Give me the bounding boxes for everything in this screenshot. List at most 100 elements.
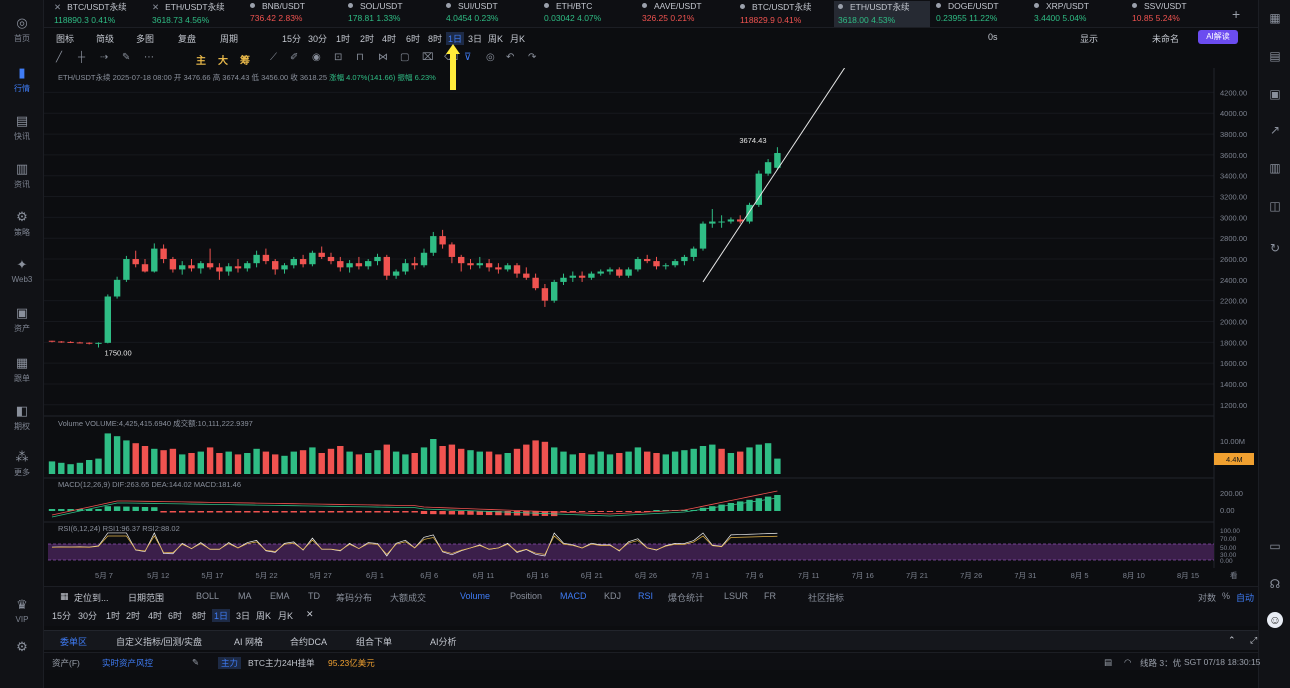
indicator-toggle[interactable]: RSI: [638, 591, 653, 601]
period-button[interactable]: 1日: [212, 609, 231, 622]
toolbar-item[interactable]: 周期: [220, 32, 238, 45]
visibility-icon[interactable]: ◎: [486, 52, 495, 63]
indicator-toggle[interactable]: MA: [238, 591, 252, 601]
book-icon[interactable]: ▥: [1267, 160, 1283, 176]
period-button[interactable]: 4时: [148, 609, 162, 622]
ray-tool-icon[interactable]: ⇢: [100, 52, 108, 63]
indicator-toggle[interactable]: TD: [308, 591, 320, 601]
period-button[interactable]: 15分: [52, 609, 71, 622]
ticker-tab[interactable]: ETH/USDT永续 3618.00 4.53%: [834, 1, 930, 27]
sidebar-item-0[interactable]: ◎ 首页: [0, 16, 44, 44]
sidebar-item-3[interactable]: ▥ 资讯: [0, 162, 44, 190]
ticker-tab[interactable]: ✕ BTC/USDT永续 118890.3 0.41%: [50, 1, 146, 27]
refresh-icon[interactable]: ↻: [1267, 240, 1283, 256]
trend-icon[interactable]: ↗: [1267, 122, 1283, 138]
sidebar-item-10[interactable]: ♛ VIP: [0, 598, 44, 625]
ticker-tab[interactable]: ✕ ETH/USDT永续 3618.73 4.56%: [148, 1, 244, 27]
indicator-toggle[interactable]: 筹码分布: [336, 591, 372, 604]
period-button[interactable]: 周K: [256, 609, 271, 622]
period-button[interactable]: 30分: [78, 609, 97, 622]
display-menu[interactable]: 显示: [1080, 32, 1098, 45]
trend-line[interactable]: [702, 68, 852, 283]
close-icon[interactable]: ✕: [306, 609, 314, 620]
box-icon[interactable]: ▢: [400, 52, 409, 63]
toolbar-item[interactable]: 1时: [336, 32, 350, 45]
toolbar-item[interactable]: 3日: [468, 32, 482, 45]
ticker-tab[interactable]: SOL/USDT 178.81 1.33%: [344, 1, 440, 27]
indicator-toggle[interactable]: LSUR: [724, 591, 748, 601]
log-scale-toggle[interactable]: 对数: [1198, 591, 1216, 604]
orderbook-icon[interactable]: ▤: [1267, 48, 1283, 64]
chart-plot-area[interactable]: 4200.00 4000.00 3800.00 3600.00 3400.00 3200.…: [44, 68, 1258, 588]
ruler-icon[interactable]: ⟋: [270, 52, 277, 63]
indicator-toggle[interactable]: 爆仓统计: [668, 591, 704, 604]
headset-icon[interactable]: ☊: [1267, 576, 1283, 592]
ticker-tab[interactable]: AAVE/USDT 326.25 0.21%: [638, 1, 734, 27]
sidebar-item-8[interactable]: ◧ 期权: [0, 404, 44, 432]
toolbar-item[interactable]: 4时: [382, 32, 396, 45]
indicator-toggle[interactable]: MACD: [560, 591, 587, 601]
toolbar-item[interactable]: 月K: [510, 32, 525, 45]
lock-tool-icon[interactable]: ⌧: [422, 52, 434, 63]
toolbar-item[interactable]: 多图: [136, 32, 154, 45]
risk-control-link[interactable]: 实时资产风控: [102, 657, 153, 669]
layout-name[interactable]: 未命名: [1152, 32, 1179, 45]
locate-icon[interactable]: ▦: [60, 591, 69, 602]
more-tools-icon[interactable]: ⋯: [144, 52, 154, 63]
toolbar-item[interactable]: 8时: [428, 32, 442, 45]
period-button[interactable]: 6时: [168, 609, 182, 622]
window-icon[interactable]: ▭: [1267, 538, 1283, 554]
sidebar-item-4[interactable]: ⚙ 策略: [0, 210, 44, 238]
period-button[interactable]: 1时: [106, 609, 120, 622]
auto-toggle[interactable]: 自动: [1236, 591, 1254, 604]
sidebar-item-5[interactable]: ✦ Web3: [0, 258, 44, 285]
indicator-toggle[interactable]: EMA: [270, 591, 290, 601]
add-tab-icon[interactable]: +: [1232, 6, 1240, 22]
ai-interpret-button[interactable]: AI解读: [1198, 30, 1238, 44]
panel-tab[interactable]: 自定义指标/回测/实盘: [116, 635, 202, 648]
ticker-tab[interactable]: XRP/USDT 3.4400 5.04%: [1030, 1, 1126, 27]
ticker-tab[interactable]: SSV/USDT 10.85 5.24%: [1128, 1, 1224, 27]
toolbar-item[interactable]: 图标: [56, 32, 74, 45]
asset-label[interactable]: 资产(F): [52, 657, 80, 669]
eye-icon[interactable]: ◉: [312, 52, 321, 63]
indicator-toggle[interactable]: FR: [764, 591, 776, 601]
locate-button[interactable]: 定位到...: [74, 591, 109, 604]
sidebar-item-1[interactable]: ▮ 行情: [0, 66, 44, 94]
collapse-icon[interactable]: ⌃: [1228, 635, 1236, 646]
redo-icon[interactable]: ↷: [528, 52, 536, 63]
period-button[interactable]: 2时: [126, 609, 140, 622]
fib-icon[interactable]: ⋈: [378, 52, 388, 63]
toolbar-item[interactable]: 6时: [406, 32, 420, 45]
robot-icon[interactable]: ☺: [1267, 612, 1283, 628]
toolbar-item[interactable]: 2时: [360, 32, 374, 45]
lock-icon[interactable]: ▣: [1267, 86, 1283, 102]
line-status[interactable]: 线路 3：优: [1140, 657, 1181, 669]
grid-icon[interactable]: ▦: [1267, 10, 1283, 26]
indicator-toggle[interactable]: Volume: [460, 591, 490, 601]
sidebar-item-6[interactable]: ▣ 资产: [0, 306, 44, 334]
indicator-toggle[interactable]: BOLL: [196, 591, 219, 601]
percent-toggle[interactable]: %: [1222, 591, 1230, 601]
toolbar-item[interactable]: 15分: [282, 32, 301, 45]
indicator-toggle[interactable]: 社区指标: [808, 591, 844, 604]
indicator-toggle[interactable]: 大额成交: [390, 591, 426, 604]
period-button[interactable]: 8时: [192, 609, 206, 622]
pen-icon[interactable]: ✐: [290, 52, 298, 63]
filter-icon[interactable]: ⊽: [464, 52, 471, 63]
hline-tool-icon[interactable]: ┼: [78, 52, 85, 63]
main-force-tool[interactable]: 主: [196, 52, 206, 67]
ticker-tab[interactable]: SUI/USDT 4.0454 0.23%: [442, 1, 538, 27]
ticker-tab[interactable]: BNB/USDT 736.42 2.83%: [246, 1, 342, 27]
indicator-toggle[interactable]: Position: [510, 591, 542, 601]
ticker-tab[interactable]: ETH/BTC 0.03042 4.07%: [540, 1, 636, 27]
toolbar-item[interactable]: 简级: [96, 32, 114, 45]
undo-icon[interactable]: ↶: [506, 52, 514, 63]
close-icon[interactable]: ✕: [152, 2, 159, 12]
sidebar-item-2[interactable]: ▤ 快讯: [0, 114, 44, 142]
period-button[interactable]: 月K: [278, 609, 293, 622]
line-tool-icon[interactable]: ╱: [56, 52, 62, 63]
layout-icon[interactable]: ▤: [1104, 657, 1112, 668]
expand-icon[interactable]: ⤢: [1250, 635, 1257, 646]
sidebar-item-9[interactable]: ⁂ 更多: [0, 450, 44, 478]
